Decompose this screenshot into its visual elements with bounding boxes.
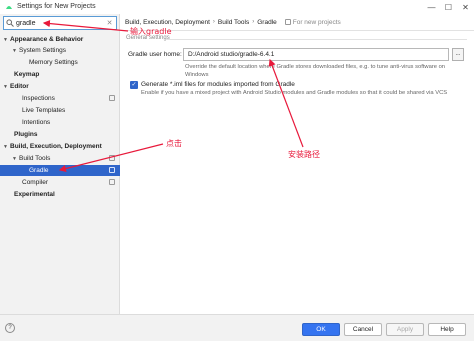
settings-search-box[interactable]: ✕ xyxy=(3,16,117,30)
maximize-button[interactable]: ☐ xyxy=(440,0,457,14)
gradle-user-home-help: Override the default location where Grad… xyxy=(185,64,446,78)
generate-iml-help: Enable if you have a mixed project with … xyxy=(141,90,448,96)
apply-button[interactable]: Apply xyxy=(386,323,424,336)
window-controls: — ☐ ✕ xyxy=(423,0,474,14)
sidebar-item-label: Inspections xyxy=(22,95,55,102)
breadcrumb-separator: › xyxy=(212,19,215,25)
sidebar-item-label: Build Tools xyxy=(19,155,51,162)
close-button[interactable]: ✕ xyxy=(457,0,474,14)
sidebar-item-build-tools[interactable]: ▼ Build Tools xyxy=(0,153,120,164)
settings-sidebar: ✕ ▼Appearance & Behavior ▼System Setting… xyxy=(0,14,120,314)
section-divider xyxy=(167,39,467,40)
sidebar-item-build-execution-deployment[interactable]: ▼ Build, Execution, Deployment xyxy=(0,141,120,152)
project-scope-icon xyxy=(109,167,115,173)
gradle-user-home-field[interactable] xyxy=(183,48,449,61)
sidebar-item-intentions[interactable]: Intentions xyxy=(0,117,120,128)
sidebar-item-keymap[interactable]: Keymap xyxy=(0,69,120,80)
generate-iml-checkbox[interactable]: ✓ xyxy=(130,81,138,89)
project-scope-icon xyxy=(109,95,115,101)
help-button[interactable]: Help xyxy=(428,323,466,336)
window-title: Settings for New Projects xyxy=(17,3,96,10)
sidebar-item-editor[interactable]: ▼ Editor xyxy=(0,81,120,92)
gradle-user-home-input[interactable] xyxy=(184,49,448,60)
sidebar-item-label: Intentions xyxy=(22,119,51,126)
scope-label: For new projects xyxy=(292,18,341,26)
search-annotation: 输入gradle xyxy=(130,27,172,36)
clear-search-icon[interactable]: ✕ xyxy=(105,19,114,28)
sidebar-item-gradle[interactable]: Gradle xyxy=(0,165,120,176)
sidebar-item-memory-settings[interactable]: Memory Settings xyxy=(0,57,120,68)
project-scope-icon xyxy=(284,19,291,25)
sidebar-item-experimental[interactable]: Experimental xyxy=(0,189,120,200)
breadcrumb-item[interactable]: Gradle xyxy=(257,19,277,26)
breadcrumb-separator: › xyxy=(252,19,255,25)
dialog-button-bar: ? OK Cancel Apply Help xyxy=(0,314,474,341)
browse-button[interactable]: ... xyxy=(452,48,464,61)
chevron-down-icon[interactable]: ▼ xyxy=(3,142,10,153)
chevron-down-icon[interactable]: ▼ xyxy=(12,154,19,165)
sidebar-item-label: Keymap xyxy=(14,71,40,78)
minimize-button[interactable]: — xyxy=(423,0,440,14)
sidebar-item-label: Appearance & Behavior xyxy=(10,36,84,43)
header-divider xyxy=(121,30,474,31)
sidebar-item-label: Live Templates xyxy=(22,107,66,114)
search-icon xyxy=(4,17,16,29)
install-path-annotation: 安装路径 xyxy=(288,150,320,159)
sidebar-item-compiler[interactable]: Compiler xyxy=(0,177,120,188)
sidebar-item-plugins[interactable]: Plugins xyxy=(0,129,120,140)
sidebar-item-label: Editor xyxy=(10,83,29,90)
chevron-down-icon[interactable]: ▼ xyxy=(12,46,19,57)
sidebar-item-label: Plugins xyxy=(14,131,38,138)
sidebar-item-system-settings[interactable]: ▼ System Settings xyxy=(0,45,120,56)
sidebar-item-label: Experimental xyxy=(14,191,55,198)
sidebar-item-label: Gradle xyxy=(29,167,49,174)
breadcrumb-item[interactable]: Build Tools xyxy=(218,19,249,26)
sidebar-item-label: Memory Settings xyxy=(29,59,78,66)
project-scope-icon xyxy=(109,155,115,161)
ok-button[interactable]: OK xyxy=(302,323,340,336)
settings-content-panel: Build, Execution, Deployment › Build Too… xyxy=(121,14,474,314)
generate-iml-label[interactable]: Generate *.iml files for modules importe… xyxy=(141,81,295,88)
breadcrumb-item[interactable]: Build, Execution, Deployment xyxy=(125,19,210,26)
sidebar-item-appearance-behavior[interactable]: ▼ Appearance & Behavior xyxy=(0,34,120,45)
sidebar-item-label: System Settings xyxy=(19,47,66,54)
gradle-user-home-label: Gradle user home: xyxy=(128,51,182,58)
sidebar-item-live-templates[interactable]: Live Templates xyxy=(0,105,120,116)
android-studio-icon xyxy=(6,6,12,9)
cancel-button[interactable]: Cancel xyxy=(344,323,382,336)
click-annotation: 点击 xyxy=(166,139,182,148)
chevron-down-icon[interactable]: ▼ xyxy=(3,82,10,93)
help-icon[interactable]: ? xyxy=(5,323,15,333)
sidebar-item-inspections[interactable]: Inspections xyxy=(0,93,120,104)
title-bar: Settings for New Projects — ☐ ✕ xyxy=(0,0,474,14)
sidebar-item-label: Build, Execution, Deployment xyxy=(10,143,102,150)
search-input[interactable] xyxy=(16,19,96,27)
sidebar-item-label: Compiler xyxy=(22,179,49,186)
project-scope-icon xyxy=(109,179,115,185)
